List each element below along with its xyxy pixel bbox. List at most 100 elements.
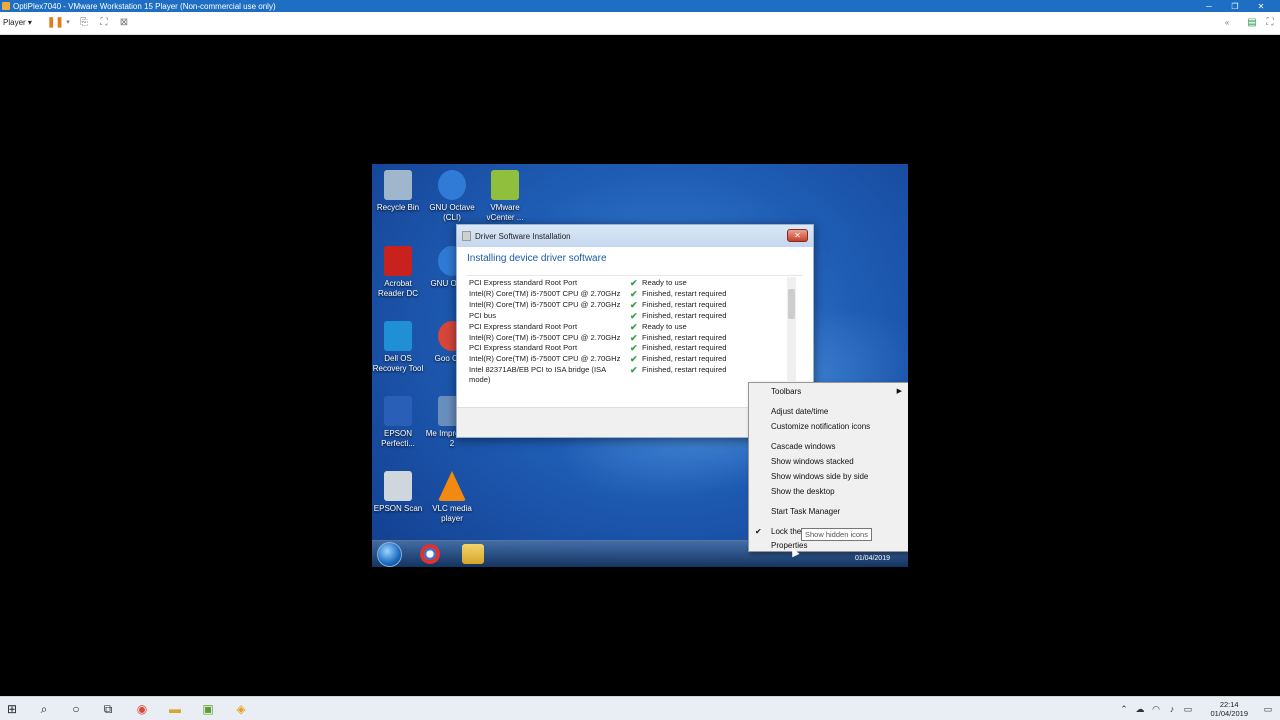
vlc-cone-icon: [438, 471, 466, 501]
desk-icon-epson-perfection[interactable]: EPSON Perfecti...: [372, 396, 426, 449]
file-explorer-icon[interactable]: ▬: [167, 701, 183, 717]
menu-item-side-by-side[interactable]: Show windows side by side: [771, 472, 868, 481]
tooltip-show-hidden-icons: Show hidden icons: [801, 528, 872, 541]
vm-title-bar: OptiPlex7040 - VMware Workstation 15 Pla…: [0, 0, 1280, 12]
checkmark-icon: ✔: [630, 311, 638, 321]
taskbar-context-menu: Toolbars ▶ Adjust date/time Customize no…: [748, 382, 908, 552]
device-name: Intel(R) Core(TM) i5-7500T CPU @ 2.70GHz: [469, 300, 621, 309]
gnu-octave-icon: [438, 170, 466, 200]
dialog-title-bar[interactable]: Driver Software Installation ✕: [457, 225, 813, 247]
device-name: PCI bus: [469, 311, 497, 320]
message-log-icon[interactable]: ▤: [1246, 17, 1258, 29]
device-status: Ready to use: [642, 278, 687, 287]
checkmark-icon: ✔: [630, 278, 638, 288]
wifi-icon[interactable]: ◠: [1150, 703, 1162, 715]
device-status: Finished, restart required: [642, 311, 727, 320]
host-date: 01/04/2019: [1210, 709, 1248, 718]
onedrive-icon[interactable]: ☁: [1134, 703, 1146, 715]
epson-scan-icon: [384, 471, 412, 501]
driver-list: PCI Express standard Root Port ✔ Ready to …: [467, 275, 803, 385]
submenu-arrow-icon: ▶: [896, 388, 902, 395]
device-name: PCI Express standard Root Port: [469, 322, 578, 331]
device-name: PCI Express standard Root Port: [469, 343, 578, 352]
device-status: Finished, restart required: [642, 354, 727, 363]
guest-desktop: Recycle Bin GNU Octave (CLI) VMware vCen…: [372, 164, 908, 567]
restore-button[interactable]: ❐: [1222, 0, 1248, 12]
task-view-icon[interactable]: ⧉: [100, 701, 116, 717]
recycle-bin-icon: [384, 170, 412, 200]
menu-item-show-desktop[interactable]: Show the desktop: [771, 487, 835, 496]
taskbar-chrome-icon[interactable]: [420, 544, 440, 564]
device-status: Ready to use: [642, 322, 687, 331]
vmware-logo-icon: [2, 2, 10, 10]
menu-item-toolbars[interactable]: Toolbars: [771, 387, 801, 396]
windows-start-icon[interactable]: ⊞: [4, 701, 20, 717]
notifications-icon[interactable]: ▭: [1262, 703, 1274, 715]
checkmark-icon: ✔: [630, 289, 638, 299]
unity-icon[interactable]: ⊠: [118, 17, 130, 29]
device-name: Intel(R) Core(TM) i5-7500T CPU @ 2.70GHz: [469, 333, 621, 342]
desk-icon-acrobat[interactable]: Acrobat Reader DC: [372, 246, 426, 299]
desk-icon-vlc[interactable]: VLC media player: [424, 471, 480, 524]
desk-icon-recycle-bin[interactable]: Recycle Bin: [372, 170, 426, 213]
acrobat-icon: [384, 246, 412, 276]
chrome-icon[interactable]: ◉: [134, 701, 150, 717]
device-name: Intel(R) Core(TM) i5-7500T CPU @ 2.70GHz: [469, 289, 621, 298]
device-status: Finished, restart required: [642, 300, 727, 309]
device-status: Finished, restart required: [642, 343, 727, 352]
notepad-icon[interactable]: ▣: [200, 701, 216, 717]
vm-title: OptiPlex7040 - VMware Workstation 15 Pla…: [13, 1, 276, 11]
checkmark-icon: ✔: [630, 300, 638, 310]
desk-icon-epson-scan[interactable]: EPSON Scan: [372, 471, 426, 514]
host-time: 22:14: [1219, 700, 1239, 709]
fit-guest-icon[interactable]: ⛶: [98, 17, 110, 29]
collapse-toolbar-icon[interactable]: «: [1221, 17, 1233, 29]
checkmark-icon: ✔: [630, 354, 638, 364]
checkmark-icon: ✔: [630, 322, 638, 332]
tray-chevron-icon[interactable]: ⌃: [1118, 703, 1130, 715]
vm-toolbar: Player ▾ ❚❚ ▾ ⎘ ⛶ ⊠ « ▤ ⛶: [0, 12, 1280, 35]
vmware-player-window: OptiPlex7040 - VMware Workstation 15 Pla…: [0, 0, 1280, 720]
minimize-button[interactable]: ─: [1196, 0, 1222, 12]
menu-item-stacked[interactable]: Show windows stacked: [771, 457, 854, 466]
checkmark-icon: ✔: [630, 333, 638, 343]
menu-item-cascade[interactable]: Cascade windows: [771, 442, 835, 451]
checkmark-icon: ✔: [755, 527, 762, 536]
taskbar-explorer-icon[interactable]: [462, 544, 484, 564]
pause-dropdown-icon[interactable]: ▾: [62, 17, 74, 29]
vmware-player-icon[interactable]: ◈: [233, 701, 249, 717]
player-menu[interactable]: Player ▾: [3, 18, 32, 27]
start-button[interactable]: [377, 542, 402, 567]
volume-icon[interactable]: ♪: [1166, 703, 1178, 715]
keyboard-icon[interactable]: ▭: [1182, 703, 1194, 715]
dialog-heading: Installing device driver software: [467, 253, 607, 264]
search-icon[interactable]: ⌕: [36, 701, 52, 717]
checkmark-icon: ✔: [630, 365, 638, 375]
dell-recovery-icon: [384, 321, 412, 351]
driver-list-scrollbar[interactable]: [787, 277, 796, 381]
cortana-icon[interactable]: ○: [68, 701, 84, 717]
epson-perfection-icon: [384, 396, 412, 426]
desk-icon-gnu-octave-cli[interactable]: GNU Octave (CLI): [424, 170, 480, 223]
device-name: Intel 82371AB/EB PCI to ISA bridge (ISA …: [469, 365, 606, 384]
driver-icon: [462, 231, 471, 241]
host-taskbar: ⊞ ⌕ ○ ⧉ ◉ ▬ ▣ ◈ ⌃ ☁ ◠ ♪ ▭ 22:14 01/04/20…: [0, 696, 1280, 720]
menu-item-task-manager[interactable]: Start Task Manager: [771, 507, 840, 516]
device-status: Finished, restart required: [642, 289, 727, 298]
host-clock[interactable]: 22:14 01/04/2019: [1210, 700, 1248, 718]
desk-icon-vmware-vcenter[interactable]: VMware vCenter ...: [477, 170, 533, 223]
desk-icon-dell-os-recovery[interactable]: Dell OS Recovery Tool: [372, 321, 426, 374]
close-button[interactable]: ✕: [1248, 0, 1274, 12]
guest-clock-date[interactable]: 01/04/2019: [855, 555, 890, 562]
device-name: PCI Express standard Root Port: [469, 278, 578, 287]
scrollbar-thumb[interactable]: [788, 289, 795, 319]
send-ctrl-alt-del-icon[interactable]: ⎘: [78, 17, 90, 29]
device-status: Finished, restart required: [642, 365, 727, 374]
device-status: Finished, restart required: [642, 333, 727, 342]
menu-item-customize-icons[interactable]: Customize notification icons: [771, 422, 870, 431]
menu-item-adjust-datetime[interactable]: Adjust date/time: [771, 407, 828, 416]
pause-icon[interactable]: ❚❚: [47, 17, 64, 29]
dialog-close-button[interactable]: ✕: [787, 229, 808, 242]
dialog-title: Driver Software Installation: [475, 231, 571, 241]
fullscreen-icon[interactable]: ⛶: [1264, 17, 1276, 29]
